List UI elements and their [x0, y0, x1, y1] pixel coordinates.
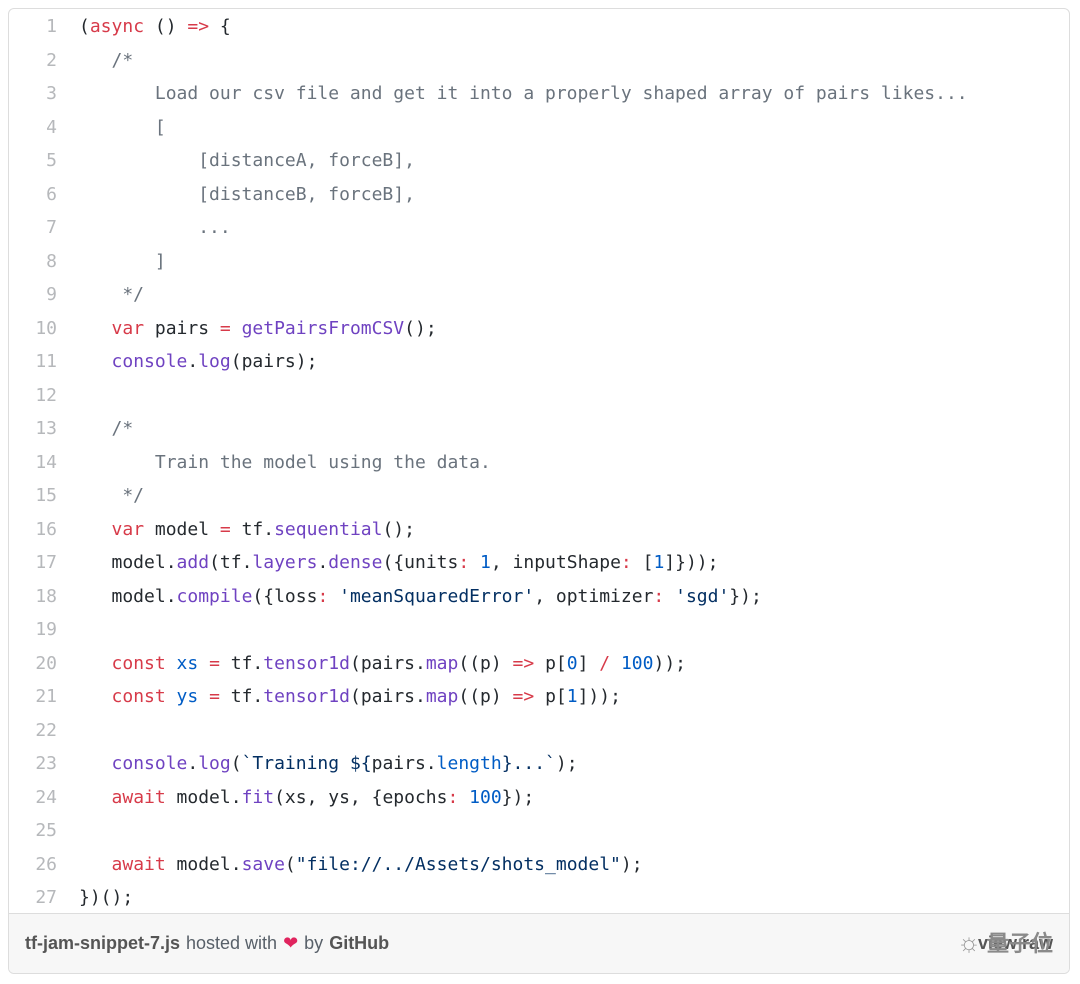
- line-number: 19: [35, 619, 57, 640]
- line-number: 23: [35, 753, 57, 774]
- line-number: 10: [35, 317, 57, 339]
- code-line: 7 ...: [9, 211, 1069, 245]
- line-number: 5: [46, 150, 57, 171]
- code-line: 16 var model = tf.sequential();: [9, 513, 1069, 547]
- watermark-text: 量子位: [986, 931, 1053, 956]
- code-text: /*: [79, 49, 134, 71]
- line-number: 8: [46, 250, 57, 272]
- gist-filename-link[interactable]: tf-jam-snippet-7.js: [25, 933, 180, 954]
- line-number: 4: [46, 116, 57, 138]
- code-text: console.log(pairs);: [111, 351, 318, 372]
- code-text: model.add(tf.layers.dense({units: 1, inp…: [79, 552, 719, 573]
- line-number: 7: [46, 217, 57, 238]
- code-text: ]: [79, 250, 166, 272]
- code-text: */: [79, 485, 145, 506]
- line-number: 1: [46, 16, 57, 37]
- line-number: 21: [35, 686, 57, 707]
- line-number: 18: [35, 585, 57, 607]
- code-line: 25: [9, 814, 1069, 848]
- code-text: /*: [79, 418, 134, 439]
- line-number: 3: [46, 83, 57, 104]
- code-line: 26 await model.save("file://../Assets/sh…: [9, 848, 1069, 882]
- code-text: })();: [79, 887, 134, 908]
- line-number: 24: [35, 786, 57, 808]
- code-text: await model.fit(xs, ys, {epochs: 100});: [111, 786, 535, 808]
- heart-icon: ❤: [283, 933, 299, 953]
- line-number: 12: [35, 384, 57, 406]
- code-line: 1 (async () => {: [9, 10, 1069, 44]
- line-number: 11: [35, 351, 57, 372]
- code-text: Train the model using the data.: [79, 451, 491, 473]
- code-text: */: [79, 284, 145, 305]
- code-text: const ys = tf.tensor1d(pairs.map((p) => …: [111, 686, 621, 707]
- code-text: ...: [79, 217, 231, 238]
- code-text: var model = tf.sequential();: [111, 518, 415, 540]
- code-text: var pairs = getPairsFromCSV();: [111, 317, 437, 339]
- code-line: 8 ]: [9, 245, 1069, 279]
- code-line: 5 [distanceA, forceB],: [9, 144, 1069, 178]
- code-line: 4 [: [9, 111, 1069, 145]
- code-line: 21 const ys = tf.tensor1d(pairs.map((p) …: [9, 680, 1069, 714]
- code-line: 12: [9, 379, 1069, 413]
- code-line: 3 Load our csv file and get it into a pr…: [9, 77, 1069, 111]
- code-text: [distanceB, forceB],: [79, 183, 415, 205]
- code-line: 6 [distanceB, forceB],: [9, 178, 1069, 212]
- by-text: by: [304, 933, 324, 953]
- code-line: 13 /*: [9, 412, 1069, 446]
- code-line: 15 */: [9, 479, 1069, 513]
- code-text: (async () => {: [79, 16, 231, 37]
- code-line: 19: [9, 613, 1069, 647]
- code-line: 23 console.log(`Training ${pairs.length}…: [9, 747, 1069, 781]
- line-number: 17: [35, 552, 57, 573]
- watermark: ☼ 量子位: [957, 926, 1053, 958]
- code-text: await model.save("file://../Assets/shots…: [111, 853, 643, 875]
- code-line: 24 await model.fit(xs, ys, {epochs: 100}…: [9, 781, 1069, 815]
- line-number: 9: [46, 284, 57, 305]
- code-line: 2 /*: [9, 44, 1069, 78]
- code-line: 11 console.log(pairs);: [9, 345, 1069, 379]
- code-text: console.log(`Training ${pairs.length}...…: [111, 753, 578, 774]
- github-link[interactable]: GitHub: [329, 933, 389, 954]
- code-line: 18 model.compile({loss: 'meanSquaredErro…: [9, 580, 1069, 614]
- code-line: 20 const xs = tf.tensor1d(pairs.map((p) …: [9, 647, 1069, 681]
- line-number: 25: [35, 820, 57, 841]
- code-line: 14 Train the model using the data.: [9, 446, 1069, 480]
- code-text: [distanceA, forceB],: [79, 150, 415, 171]
- line-number: 20: [35, 652, 57, 674]
- line-number: 27: [35, 887, 57, 908]
- line-number: 13: [35, 418, 57, 439]
- line-number: 6: [46, 183, 57, 205]
- hosted-with-text: hosted with: [186, 933, 278, 953]
- gist-footer: tf-jam-snippet-7.js hosted with ❤ by Git…: [9, 913, 1069, 973]
- line-number: 15: [35, 485, 57, 506]
- line-number: 16: [35, 518, 57, 540]
- line-number: 26: [35, 853, 57, 875]
- code-text: const xs = tf.tensor1d(pairs.map((p) => …: [111, 652, 686, 674]
- code-line: 9 */: [9, 278, 1069, 312]
- line-number: 22: [35, 719, 57, 741]
- wechat-icon: ☼: [957, 926, 981, 957]
- code-line: 27 })();: [9, 881, 1069, 915]
- code-text: [: [79, 116, 166, 138]
- code-text: model.compile({loss: 'meanSquaredError',…: [79, 585, 762, 607]
- code-line: 17 model.add(tf.layers.dense({units: 1, …: [9, 546, 1069, 580]
- code-text: Load our csv file and get it into a prop…: [79, 83, 968, 104]
- line-number: 2: [46, 49, 57, 71]
- line-number: 14: [35, 451, 57, 473]
- code-line: 22: [9, 714, 1069, 748]
- code-line: 10 var pairs = getPairsFromCSV();: [9, 312, 1069, 346]
- code-block: 1 (async () => { 2 /* 3 Load our csv fil…: [9, 9, 1069, 914]
- gist-embed: 1 (async () => { 2 /* 3 Load our csv fil…: [8, 8, 1070, 974]
